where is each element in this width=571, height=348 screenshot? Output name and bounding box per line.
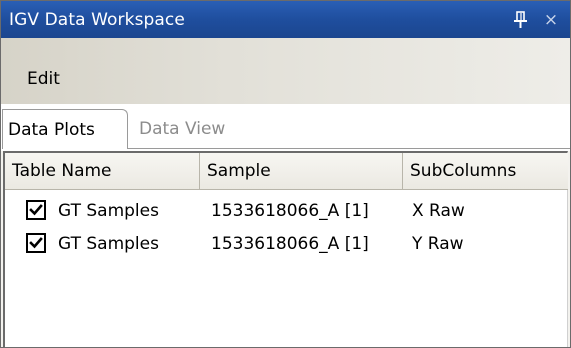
cell-table-name: GT Samples <box>58 201 159 221</box>
cell-sample: 1533618066_A [1] <box>211 234 369 254</box>
menu-item-edit[interactable]: Edit <box>27 69 60 89</box>
cell-subcolumn: X Raw <box>412 201 465 221</box>
row-checkbox[interactable] <box>26 200 46 220</box>
cell-sample: 1533618066_A [1] <box>211 201 369 221</box>
row-checkbox[interactable] <box>26 233 46 253</box>
cell-subcolumn: Y Raw <box>412 234 464 254</box>
cell-table-name: GT Samples <box>58 234 159 254</box>
title-bar[interactable]: IGV Data Workspace × <box>1 1 570 38</box>
data-plots-grid[interactable]: Table Name Sample SubColumns GT Samples … <box>3 151 568 347</box>
column-header-subcolumns[interactable]: SubColumns <box>403 153 568 189</box>
column-header-sample[interactable]: Sample <box>200 153 403 189</box>
tab-divider <box>128 148 570 149</box>
checkmark-icon <box>29 204 43 216</box>
table-header: Table Name Sample SubColumns <box>5 153 568 190</box>
checkmark-icon <box>29 237 43 249</box>
close-icon[interactable]: × <box>542 10 560 30</box>
table-row[interactable]: GT Samples 1533618066_A [1] Y Raw <box>5 228 568 260</box>
igv-data-workspace-window: IGV Data Workspace × Edit Data Plots Dat… <box>0 0 571 348</box>
table-row[interactable]: GT Samples 1533618066_A [1] X Raw <box>5 195 568 227</box>
tab-data-plots[interactable]: Data Plots <box>2 109 128 149</box>
window-title: IGV Data Workspace <box>9 10 185 30</box>
menu-bar: Edit <box>1 38 570 107</box>
pin-icon[interactable] <box>513 10 529 30</box>
tab-data-view[interactable]: Data View <box>134 109 234 149</box>
column-header-table-name[interactable]: Table Name <box>5 153 200 189</box>
